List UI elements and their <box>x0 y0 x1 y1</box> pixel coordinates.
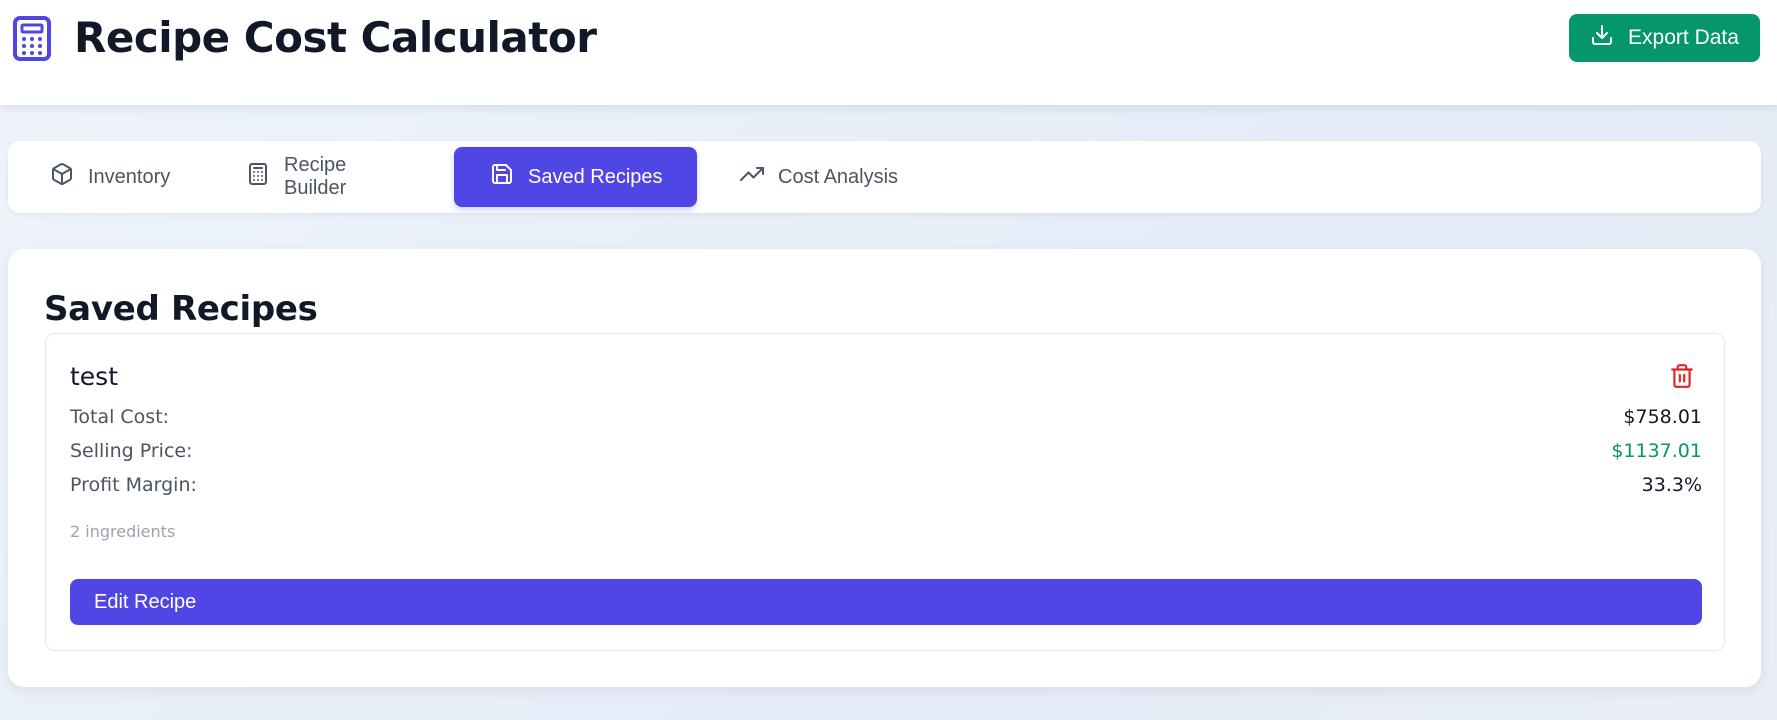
stat-label: Total Cost: <box>70 406 170 428</box>
stat-value: 33.3% <box>1641 474 1702 496</box>
saved-recipes-panel: Saved Recipes test Total Cost: $758.01 S… <box>8 249 1761 687</box>
calculator-icon <box>246 162 270 192</box>
stat-row-profit-margin: Profit Margin: 33.3% <box>70 470 1702 500</box>
delete-recipe-button[interactable] <box>1668 362 1696 392</box>
stat-row-total-cost: Total Cost: $758.01 <box>70 402 1702 432</box>
tab-label: Cost Analysis <box>778 165 899 188</box>
export-data-label: Export Data <box>1628 26 1739 49</box>
tab-saved-recipes[interactable]: Saved Recipes <box>454 147 697 207</box>
edit-recipe-button[interactable]: Edit Recipe <box>70 579 1702 625</box>
tab-recipe-builder[interactable]: Recipe Builder <box>204 147 414 207</box>
main-tabs: Inventory Recipe Builder Saved Recipes C… <box>8 141 1761 213</box>
ingredient-count: 2 ingredients <box>70 522 176 541</box>
trending-up-icon <box>740 162 764 192</box>
tab-cost-analysis[interactable]: Cost Analysis <box>698 147 908 207</box>
tab-label: Recipe Builder <box>284 154 347 199</box>
stat-row-selling-price: Selling Price: $1137.01 <box>70 436 1702 466</box>
trash-icon <box>1669 364 1695 393</box>
calculator-icon <box>12 15 52 62</box>
app-header: Recipe Cost Calculator Export Data <box>0 0 1777 105</box>
package-icon <box>50 162 74 192</box>
tab-label: Saved Recipes <box>528 165 663 188</box>
tab-inventory[interactable]: Inventory <box>8 147 188 207</box>
tab-label: Inventory <box>88 165 171 188</box>
download-icon <box>1590 23 1614 53</box>
section-title: Saved Recipes <box>44 289 318 329</box>
stat-label: Profit Margin: <box>70 474 197 496</box>
recipe-name: test <box>70 362 119 391</box>
save-icon <box>490 162 514 192</box>
stat-label: Selling Price: <box>70 440 193 462</box>
stat-value: $758.01 <box>1623 406 1702 428</box>
export-data-button[interactable]: Export Data <box>1569 14 1760 62</box>
stat-value: $1137.01 <box>1611 440 1702 462</box>
app-title: Recipe Cost Calculator <box>74 13 597 62</box>
recipe-card: test Total Cost: $758.01 Selling Price: … <box>45 333 1725 651</box>
